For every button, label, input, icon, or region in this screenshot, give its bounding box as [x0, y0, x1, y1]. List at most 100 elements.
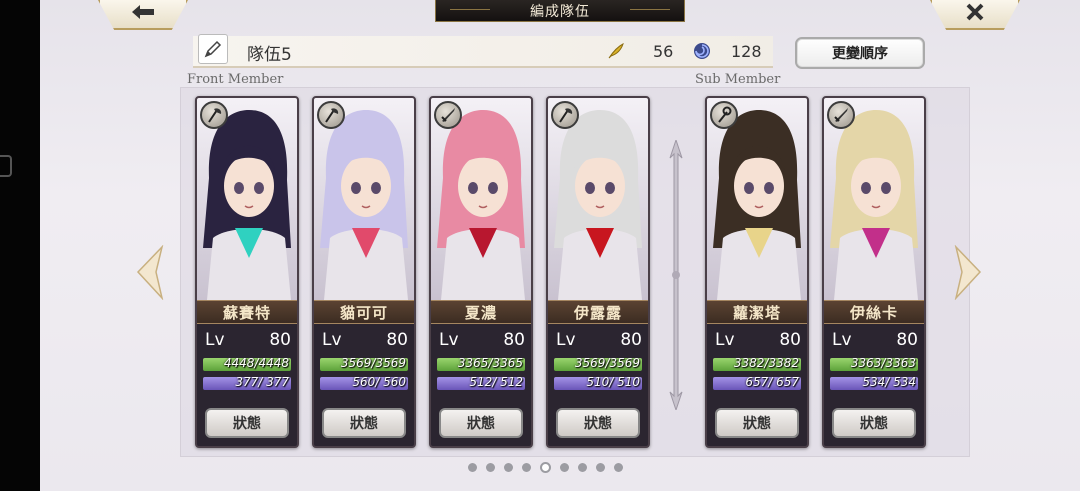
mp-value: 560/ 560	[352, 377, 406, 389]
hp-bar: 3365/3365	[437, 358, 525, 371]
back-arrow-icon	[132, 5, 154, 19]
character-name-plate: 貓可可	[314, 300, 414, 324]
pen-icon	[204, 40, 222, 58]
level-row: Lv 80	[548, 330, 648, 352]
stat-b-value: 128	[731, 42, 762, 61]
level-label: Lv	[322, 330, 342, 350]
party-bar: 隊伍5 56 128	[193, 34, 773, 68]
member-card[interactable]: 蘇賽特 Lv 80 4448/4448 377/ 377 狀態	[195, 96, 299, 448]
prev-page-arrow-icon[interactable]	[136, 245, 164, 300]
page-dot[interactable]	[486, 463, 495, 472]
page-dot[interactable]	[540, 462, 551, 473]
character-name-plate: 伊絲卡	[824, 300, 924, 324]
axe-icon	[317, 101, 345, 129]
sub-member-label: Sub Member	[695, 72, 781, 87]
hp-bar: 3382/3382	[713, 358, 801, 371]
mp-value: 377/ 377	[235, 377, 289, 389]
mp-bar: 512/ 512	[437, 377, 525, 390]
status-button[interactable]: 狀態	[832, 408, 916, 438]
level-value: 80	[269, 330, 291, 350]
page-dot[interactable]	[522, 463, 531, 472]
level-value: 80	[620, 330, 642, 350]
device-bezel	[0, 0, 40, 491]
hp-value: 3363/3363	[850, 358, 916, 370]
mp-value: 534/ 534	[862, 377, 916, 389]
status-button[interactable]: 狀態	[439, 408, 523, 438]
next-page-arrow-icon[interactable]	[954, 245, 982, 300]
level-label: Lv	[715, 330, 735, 350]
mp-bar: 560/ 560	[320, 377, 408, 390]
status-button[interactable]: 狀態	[556, 408, 640, 438]
hp-value: 3365/3365	[457, 358, 523, 370]
level-row: Lv 80	[314, 330, 414, 352]
level-row: Lv 80	[431, 330, 531, 352]
level-row: Lv 80	[707, 330, 807, 352]
status-button[interactable]: 狀態	[715, 408, 799, 438]
bezel-notch	[0, 155, 12, 177]
hp-bar: 3569/3569	[554, 358, 642, 371]
mp-value: 657/ 657	[745, 377, 799, 389]
page-dot[interactable]	[504, 463, 513, 472]
back-button[interactable]	[98, 0, 188, 30]
mp-value: 512/ 512	[469, 377, 523, 389]
axe-icon	[200, 101, 228, 129]
level-label: Lv	[205, 330, 225, 350]
staff-icon	[710, 101, 738, 129]
rename-party-button[interactable]	[198, 34, 228, 64]
close-button[interactable]	[930, 0, 1020, 30]
status-button[interactable]: 狀態	[205, 408, 289, 438]
character-name: 蘿潔塔	[732, 303, 781, 322]
feather-icon	[608, 43, 624, 59]
level-value: 80	[779, 330, 801, 350]
member-card[interactable]: 貓可可 Lv 80 3569/3569 560/ 560 狀態	[312, 96, 416, 448]
hp-bar: 3569/3569	[320, 358, 408, 371]
mp-bar: 377/ 377	[203, 377, 291, 390]
sword-icon	[434, 101, 462, 129]
front-member-label: Front Member	[187, 72, 284, 87]
character-name: 蘇賽特	[222, 303, 271, 322]
character-name-plate: 伊露露	[548, 300, 648, 324]
member-card[interactable]: 伊絲卡 Lv 80 3363/3363 534/ 534 狀態	[822, 96, 926, 448]
hp-bar: 3363/3363	[830, 358, 918, 371]
page-indicator	[468, 462, 623, 473]
member-card[interactable]: 伊露露 Lv 80 3569/3569 510/ 510 狀態	[546, 96, 650, 448]
sword-icon	[827, 101, 855, 129]
page-dot[interactable]	[468, 463, 477, 472]
mp-value: 510/ 510	[586, 377, 640, 389]
hp-value: 4448/4448	[223, 358, 289, 370]
member-card[interactable]: 夏濃 Lv 80 3365/3365 512/ 512 狀態	[429, 96, 533, 448]
status-button[interactable]: 狀態	[322, 408, 406, 438]
hp-value: 3569/3569	[340, 358, 406, 370]
hp-bar: 4448/4448	[203, 358, 291, 371]
level-value: 80	[503, 330, 525, 350]
level-label: Lv	[832, 330, 852, 350]
member-card[interactable]: 蘿潔塔 Lv 80 3382/3382 657/ 657 狀態	[705, 96, 809, 448]
page-dot[interactable]	[560, 463, 569, 472]
page-dot[interactable]	[578, 463, 587, 472]
character-name: 伊絲卡	[849, 303, 898, 322]
axe-icon	[551, 101, 579, 129]
level-row: Lv 80	[197, 330, 297, 352]
close-icon	[966, 3, 984, 21]
character-name: 伊露露	[573, 303, 622, 322]
party-screen: 編成隊伍 隊伍5 56 128 更變順序 Front Member Sub Me…	[40, 0, 1080, 491]
level-label: Lv	[439, 330, 459, 350]
level-label: Lv	[556, 330, 576, 350]
level-value: 80	[386, 330, 408, 350]
character-name: 貓可可	[339, 303, 388, 322]
page-dot[interactable]	[614, 463, 623, 472]
page-dot[interactable]	[596, 463, 605, 472]
party-name: 隊伍5	[247, 45, 292, 65]
level-row: Lv 80	[824, 330, 924, 352]
character-name-plate: 夏濃	[431, 300, 531, 324]
hp-value: 3382/3382	[733, 358, 799, 370]
hp-value: 3569/3569	[574, 358, 640, 370]
mp-bar: 657/ 657	[713, 377, 801, 390]
mp-bar: 510/ 510	[554, 377, 642, 390]
character-name-plate: 蘿潔塔	[707, 300, 807, 324]
reorder-button[interactable]: 更變順序	[795, 37, 925, 69]
screen-title: 編成隊伍	[435, 0, 685, 22]
mp-bar: 534/ 534	[830, 377, 918, 390]
member-divider	[669, 140, 683, 410]
level-value: 80	[896, 330, 918, 350]
